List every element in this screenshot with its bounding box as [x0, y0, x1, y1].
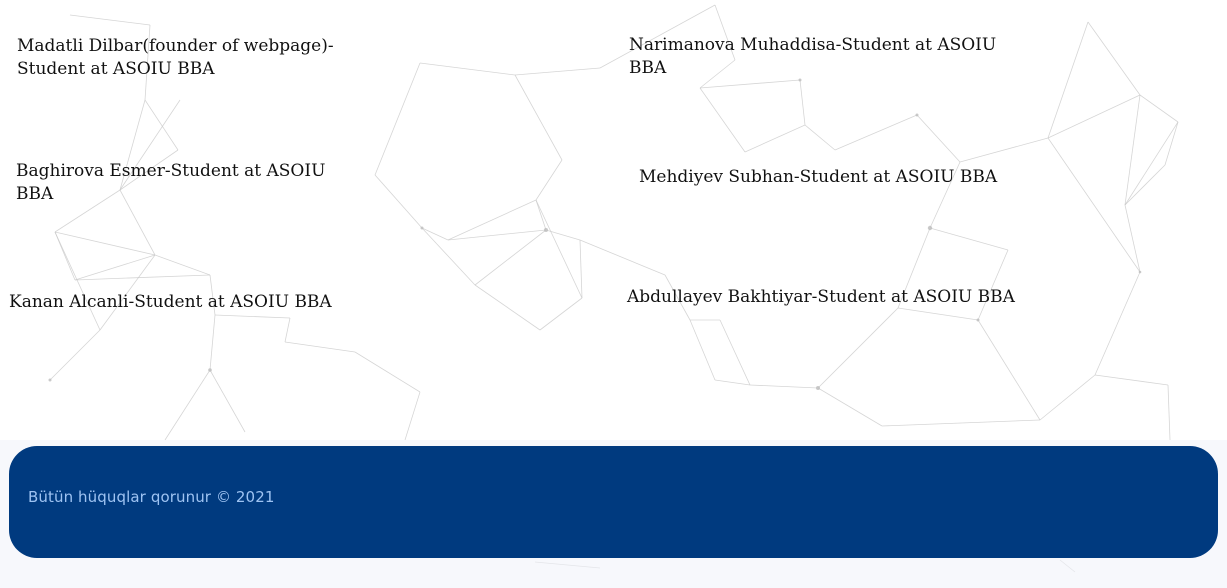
credit-mehdiyev-subhan: Mehdiyev Subhan-Student at ASOIU BBA — [639, 167, 998, 187]
credit-madatli-dilbar: Madatli Dilbar(founder of webpage)-Stude… — [17, 36, 334, 79]
team-credits: Madatli Dilbar(founder of webpage)-Stude… — [0, 0, 1227, 440]
footer: Bütün hüquqlar qorunur © 2021 — [9, 446, 1218, 558]
credit-baghirova-esmer: Baghirova Esmer-Student at ASOIU BBA — [16, 161, 326, 204]
copyright-text: Bütün hüquqlar qorunur © 2021 — [28, 488, 275, 506]
page: Madatli Dilbar(founder of webpage)-Stude… — [0, 0, 1227, 588]
credit-abdullayev-bakhtiyar: Abdullayev Bakhtiyar-Student at ASOIU BB… — [627, 287, 1015, 307]
credit-narimanova-muhaddisa: Narimanova Muhaddisa-Student at ASOIU BB… — [629, 35, 997, 78]
credit-kanan-alcanli: Kanan Alcanli-Student at ASOIU BBA — [9, 292, 332, 312]
